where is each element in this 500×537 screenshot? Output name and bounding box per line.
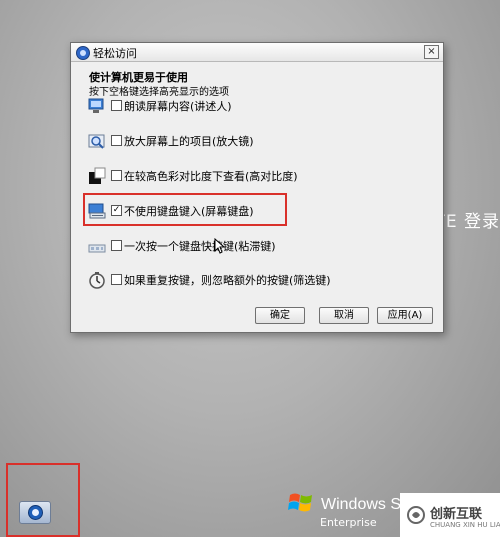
ease-of-access-dialog: 轻松访问 × 使计算机更易于使用 按下空格键选择高亮显示的选项 朗读屏幕内容(讲… (70, 42, 444, 333)
magnifier-icon (88, 134, 105, 149)
highlight-on-screen-keyboard (83, 193, 287, 226)
highlight-ease-of-access-button (6, 463, 80, 537)
ease-of-access-button[interactable] (19, 501, 51, 524)
close-button[interactable]: × (424, 45, 439, 59)
sticky-keys-icon (88, 244, 106, 253)
sticky-keys-checkbox[interactable] (111, 240, 122, 251)
apply-button[interactable]: 应用(A) (377, 307, 433, 324)
dialog-titlebar[interactable]: 轻松访问 × (71, 43, 443, 62)
filter-keys-icon (89, 272, 105, 289)
option-label: 一次按一个键盘快捷键(粘滞键) (124, 240, 276, 253)
watermark-logo-icon (407, 506, 425, 524)
ease-of-access-icon (76, 46, 90, 60)
narrator-checkbox[interactable] (111, 100, 122, 111)
option-label: 如果重复按键，则忽略额外的按键(筛选键) (124, 274, 331, 287)
dialog-subheading: 按下空格键选择高亮显示的选项 (89, 87, 229, 98)
background-login-text: TE 登录 (434, 212, 500, 232)
high-contrast-icon (89, 167, 106, 184)
watermark-subtext: CHUANG XIN HU LIAN (430, 521, 500, 529)
option-label: 朗读屏幕内容(讲述人) (124, 100, 232, 113)
high-contrast-checkbox[interactable] (111, 170, 122, 181)
mouse-cursor-icon (214, 238, 226, 254)
windows-logo-icon (288, 493, 312, 512)
windows-edition: Enterprise (320, 516, 377, 529)
ease-of-access-icon (28, 505, 43, 520)
windows-brand-name: Windows Se (321, 496, 410, 513)
watermark: 创新互联 CHUANG XIN HU LIAN (400, 493, 500, 537)
narrator-icon (88, 98, 104, 113)
watermark-text: 创新互联 (430, 507, 483, 522)
option-label: 在较高色彩对比度下查看(高对比度) (124, 170, 298, 183)
option-label: 放大屏幕上的项目(放大镜) (124, 135, 254, 148)
magnifier-checkbox[interactable] (111, 135, 122, 146)
cancel-button[interactable]: 取消 (319, 307, 369, 324)
ok-button[interactable]: 确定 (255, 307, 305, 324)
dialog-title: 轻松访问 (93, 47, 137, 60)
filter-keys-checkbox[interactable] (111, 274, 122, 285)
